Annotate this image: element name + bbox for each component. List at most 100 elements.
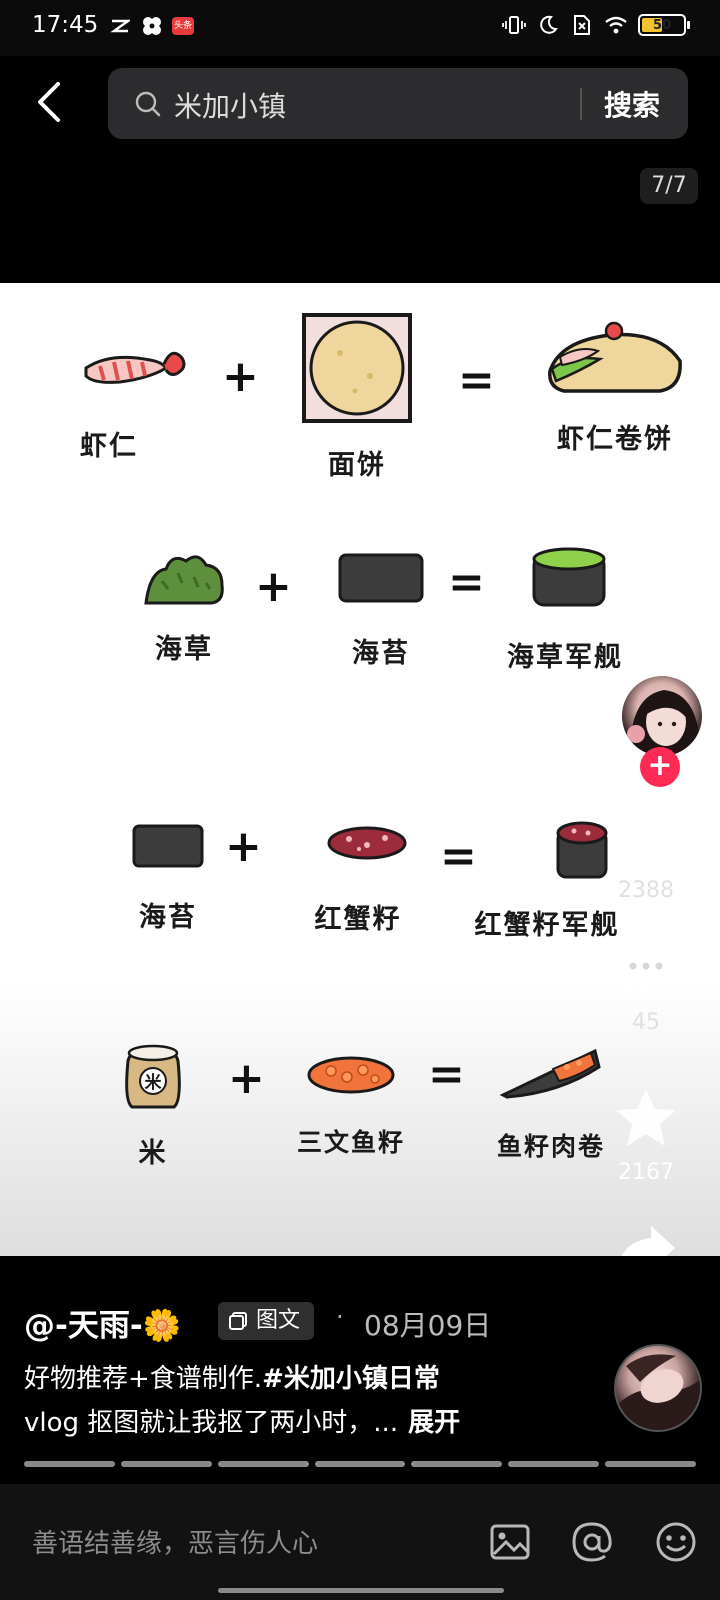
recipe-3-result-label: 红蟹籽军舰 [474, 910, 620, 941]
status-notifications: 头条 [108, 15, 194, 37]
search-input[interactable]: 米加小镇 [174, 85, 286, 125]
seaweed-gunkan-icon [532, 547, 606, 607]
post-caption[interactable]: 好物推荐+食谱制作.#米加小镇日常 vlog 抠图就让我抠了两小时，... 展开 [24, 1357, 584, 1445]
rice-mark-label: 米 [145, 1072, 163, 1093]
no-sim-icon [570, 14, 594, 36]
heart-icon [611, 807, 681, 864]
avatar-illustration-icon [627, 690, 701, 756]
roe-hand-roll-icon [499, 1048, 601, 1099]
recipe-4-ingredient-a: 米 米 [118, 1041, 188, 1170]
search-divider [580, 88, 582, 120]
shrimp-icon [84, 351, 186, 384]
recipe-4-ingredient-b: 三文鱼籽 [296, 1053, 406, 1159]
recipe-2-ingredient-a-label: 海草 [155, 634, 213, 665]
comment-count: 45 [632, 1010, 660, 1035]
recipe-2-ingredient-b-label: 海苔 [352, 638, 410, 669]
recipe-3-ingredient-b-label: 红蟹籽 [314, 904, 402, 935]
recipe-3-ingredient-b: 红蟹籽 [298, 823, 418, 936]
plus-sign: + [225, 821, 262, 872]
do-not-disturb-moon-icon [536, 14, 560, 36]
recipe-4-ingredient-b-label: 三文鱼籽 [296, 1128, 405, 1157]
author-name[interactable]: @-天雨-🌼 [24, 1300, 181, 1345]
recipe-2-ingredient-b: 海苔 [336, 551, 426, 670]
search-icon [135, 91, 161, 117]
nori-sheet-icon [132, 824, 204, 868]
plus-sign: + [228, 1053, 265, 1104]
post-type-label: 图文 [256, 1308, 301, 1333]
pinwheel-notification-icon [140, 15, 164, 37]
chevron-left-icon [38, 82, 60, 122]
progress-segment [24, 1461, 115, 1467]
image-progress-indicator [24, 1461, 697, 1467]
recipe-2-ingredient-a: 海草 [142, 551, 226, 666]
status-system-icons: 50 [502, 14, 690, 36]
nori-sheet-icon [338, 553, 424, 603]
seaweed-icon [144, 555, 224, 605]
status-time: 17:45 [32, 12, 99, 38]
progress-segment [508, 1461, 600, 1467]
recipe-1-ingredient-b: 面饼 [300, 311, 414, 482]
search-button[interactable]: 搜索 [604, 84, 660, 124]
plus-icon: + [647, 748, 673, 783]
wifi-icon [604, 14, 628, 36]
progress-segment [605, 1461, 697, 1467]
equals-sign: = [448, 557, 485, 608]
author-avatar[interactable] [620, 674, 704, 758]
recipe-1-ingredient-a-label: 虾仁 [80, 431, 138, 462]
recipe-1-result: 虾仁卷饼 [540, 321, 690, 456]
separator-dot: · [336, 1303, 344, 1331]
equals-sign: = [458, 355, 495, 406]
comment-button[interactable]: 45 [596, 938, 696, 1035]
shrimp-wrap-icon [548, 321, 682, 393]
image-picker-button[interactable] [488, 1520, 532, 1564]
recipe-2-result: 海草军舰 [490, 545, 640, 674]
progress-segment [120, 1461, 212, 1467]
equals-sign: = [428, 1049, 465, 1100]
search-bar[interactable]: 米加小镇 搜索 [108, 68, 688, 139]
star-icon [616, 1089, 676, 1146]
emoji-button[interactable] [654, 1520, 698, 1564]
mention-button[interactable] [570, 1520, 614, 1564]
app-notification-icon [108, 15, 132, 37]
recipe-1-ingredient-a: 虾仁 [80, 338, 190, 463]
caption-line-2: vlog 抠图就让我抠了两小时，... [24, 1408, 399, 1438]
recipe-1-ingredient-b-label: 面饼 [328, 450, 386, 481]
recipe-4-ingredient-a-label: 米 [138, 1138, 168, 1169]
caption-hashtag[interactable]: #米加小镇日常 [262, 1364, 440, 1394]
plus-sign: + [255, 561, 292, 612]
recipe-3-ingredient-a-label: 海苔 [139, 902, 197, 933]
back-button[interactable] [28, 78, 72, 126]
expand-caption-button[interactable]: 展开 [408, 1408, 460, 1438]
progress-segment [314, 1461, 406, 1467]
vibrate-icon [502, 14, 526, 36]
plus-sign: + [222, 351, 259, 402]
home-indicator[interactable] [218, 1588, 504, 1593]
recipe-1-result-label: 虾仁卷饼 [557, 424, 673, 455]
post-date: 08月09日 [364, 1309, 492, 1342]
rice-sack-icon: 米 [125, 1044, 181, 1109]
comment-input[interactable]: 善语结善缘，恶言伤人心 [32, 1523, 318, 1560]
recipe-3-ingredient-a: 海苔 [128, 823, 208, 934]
music-avatar[interactable] [614, 1344, 702, 1432]
smiley-face-icon [656, 1522, 696, 1562]
status-bar: 17:45 头条 50 [0, 0, 720, 56]
like-button[interactable]: 2388 [596, 804, 696, 903]
favorite-button[interactable]: 2167 [596, 1086, 696, 1185]
battery-level: 50 [652, 17, 672, 33]
comment-bubble-icon [615, 942, 677, 996]
picture-icon [490, 1524, 530, 1560]
salmon-roe-icon [307, 1056, 395, 1094]
avatar-photo-icon [616, 1354, 700, 1430]
like-count: 2388 [618, 878, 674, 903]
recipe-2-result-label: 海草军舰 [507, 642, 623, 673]
favorite-count: 2167 [618, 1160, 674, 1185]
battery-icon: 50 [638, 14, 690, 36]
image-page-counter: 7/7 [640, 168, 698, 204]
follow-button[interactable]: + [640, 747, 680, 787]
news-app-badge-icon: 头条 [172, 17, 194, 35]
image-text-icon [229, 1312, 247, 1330]
progress-segment [217, 1461, 309, 1467]
at-sign-icon [572, 1522, 612, 1562]
caption-text: 好物推荐+食谱制作. [24, 1364, 263, 1394]
tortilla-icon [302, 313, 412, 423]
